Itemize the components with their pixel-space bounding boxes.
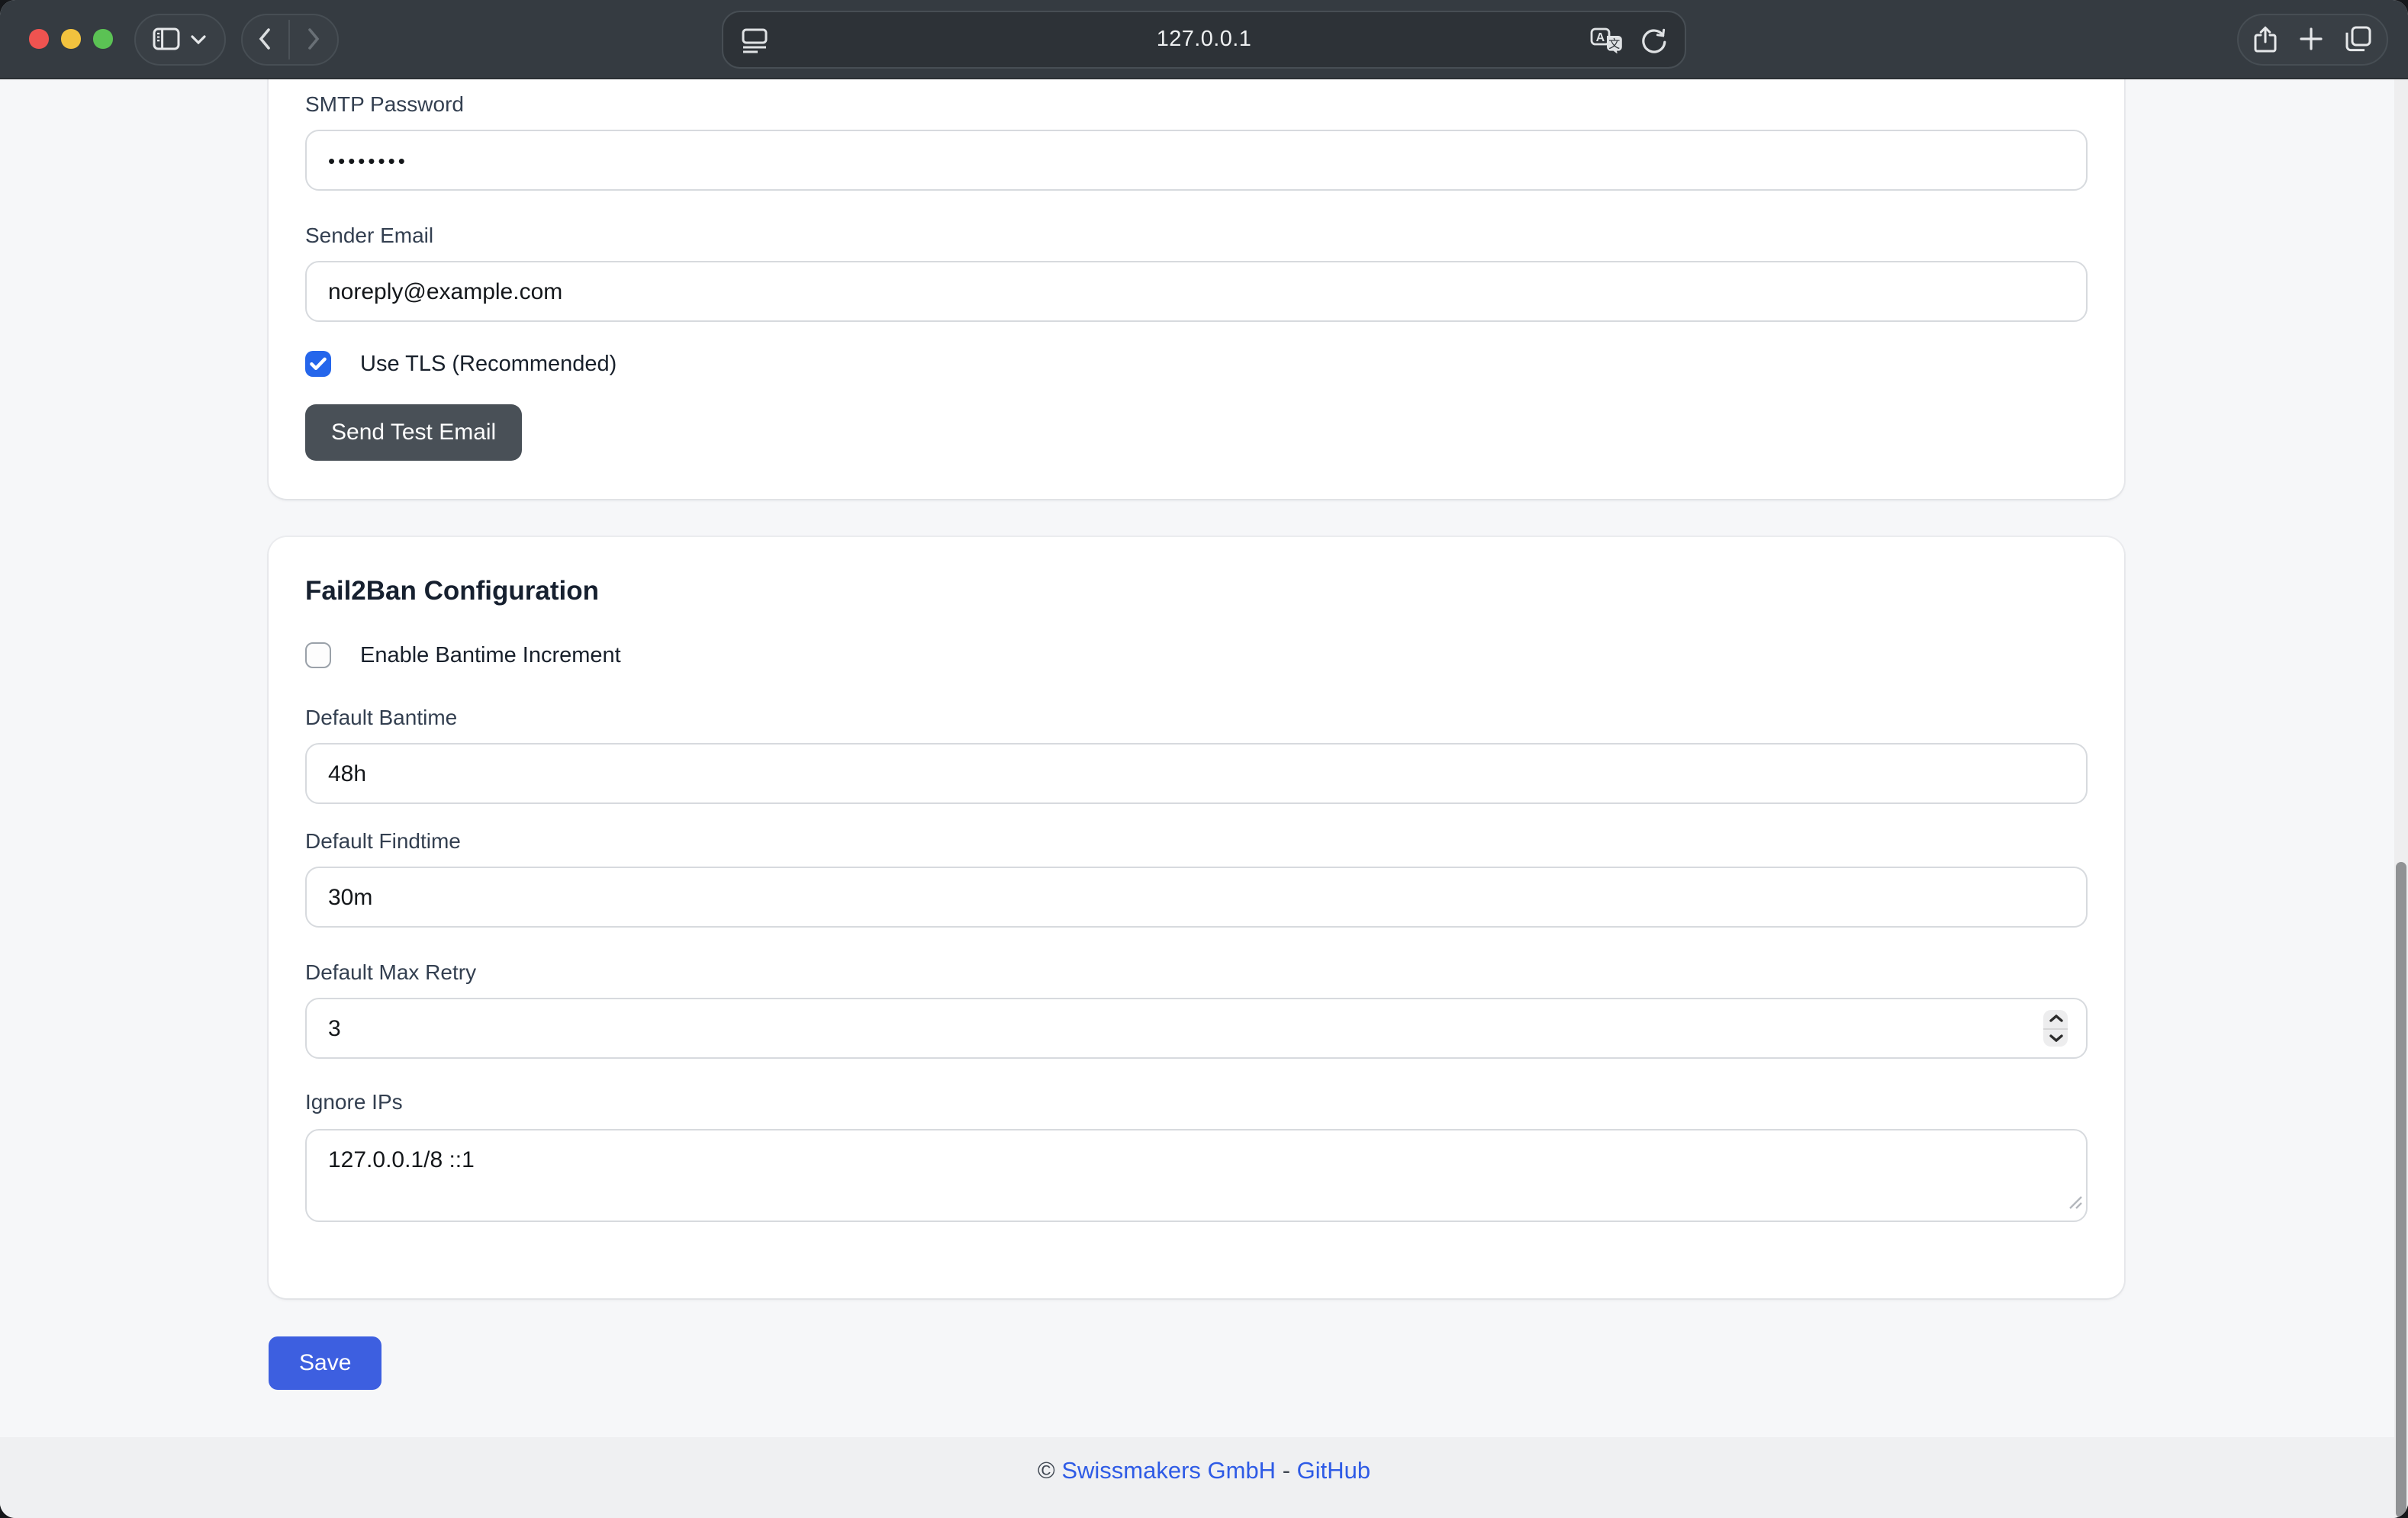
toolbar-right-group (2237, 13, 2388, 65)
default-max-retry-label: Default Max Retry (305, 960, 2088, 986)
share-icon[interactable] (2254, 25, 2277, 53)
default-findtime-label: Default Findtime (305, 828, 2088, 854)
use-tls-label: Use TLS (Recommended) (360, 352, 616, 376)
resize-grip-icon[interactable] (2068, 1190, 2083, 1217)
fail2ban-card: Fail2Ban Configuration Enable Bantime In… (269, 537, 2124, 1298)
chevron-down-icon[interactable] (191, 34, 206, 43)
forward-icon[interactable] (290, 14, 336, 63)
translate-icon[interactable]: A 文 (1590, 27, 1624, 53)
smtp-password-label: SMTP Password (305, 92, 2088, 117)
max-retry-field (305, 998, 2088, 1059)
browser-toolbar: 127.0.0.1 A 文 (0, 0, 2408, 79)
svg-text:文: 文 (1608, 36, 1620, 50)
stepper-up-icon[interactable] (2043, 1010, 2068, 1028)
default-max-retry-input[interactable] (305, 998, 2088, 1059)
sender-email-label: Sender Email (305, 223, 2088, 249)
default-bantime-input[interactable] (305, 743, 2088, 804)
svg-text:A: A (1596, 31, 1605, 43)
bantime-increment-checkbox[interactable] (305, 642, 331, 668)
stepper-down-icon[interactable] (2043, 1029, 2068, 1047)
scrollbar-track[interactable] (2394, 79, 2408, 1518)
ignore-ips-label: Ignore IPs (305, 1089, 2088, 1115)
new-tab-icon[interactable] (2300, 27, 2323, 50)
default-findtime-input[interactable] (305, 867, 2088, 928)
bantime-increment-label: Enable Bantime Increment (360, 643, 621, 667)
ignore-ips-textarea[interactable]: 127.0.0.1/8 ::1 (305, 1129, 2088, 1222)
page-menu-icon[interactable] (742, 27, 768, 53)
nav-buttons-group (240, 13, 338, 65)
address-bar[interactable]: 127.0.0.1 A 文 (722, 11, 1686, 69)
browser-window: 127.0.0.1 A 文 (0, 0, 2408, 1518)
bantime-increment-row: Enable Bantime Increment (305, 642, 2088, 668)
url-text[interactable]: 127.0.0.1 (723, 27, 1685, 52)
page-content: SMTP Password Sender Email Use TLS (Reco… (0, 79, 2408, 1518)
scrollbar-thumb[interactable] (2396, 862, 2406, 1518)
use-tls-row: Use TLS (Recommended) (305, 351, 2088, 377)
company-link[interactable]: Swissmakers GmbH (1061, 1459, 1276, 1486)
send-test-email-button[interactable]: Send Test Email (305, 404, 522, 461)
sidebar-icon[interactable] (153, 27, 180, 50)
smtp-password-input[interactable] (305, 130, 2088, 191)
save-button[interactable]: Save (269, 1336, 381, 1390)
close-window-button[interactable] (29, 30, 48, 49)
github-link[interactable]: GitHub (1297, 1459, 1371, 1486)
reload-icon[interactable] (1642, 27, 1666, 53)
page-footer: © Swissmakers GmbH - GitHub (0, 1437, 2408, 1518)
default-bantime-label: Default Bantime (305, 705, 2088, 731)
smtp-settings-card: SMTP Password Sender Email Use TLS (Reco… (269, 79, 2124, 499)
ignore-ips-field: 127.0.0.1/8 ::1 (305, 1129, 2088, 1222)
fail2ban-title: Fail2Ban Configuration (305, 574, 2088, 607)
tabs-overview-icon[interactable] (2345, 26, 2371, 52)
window-controls (29, 30, 112, 49)
number-stepper (2043, 1010, 2068, 1047)
copyright-text: © (1038, 1459, 1061, 1486)
sidebar-toggle-group (134, 13, 225, 65)
footer-separator: - (1276, 1459, 1297, 1486)
minimize-window-button[interactable] (61, 30, 80, 49)
use-tls-checkbox[interactable] (305, 351, 331, 377)
zoom-window-button[interactable] (93, 30, 112, 49)
back-icon[interactable] (242, 14, 288, 63)
sender-email-input[interactable] (305, 261, 2088, 322)
